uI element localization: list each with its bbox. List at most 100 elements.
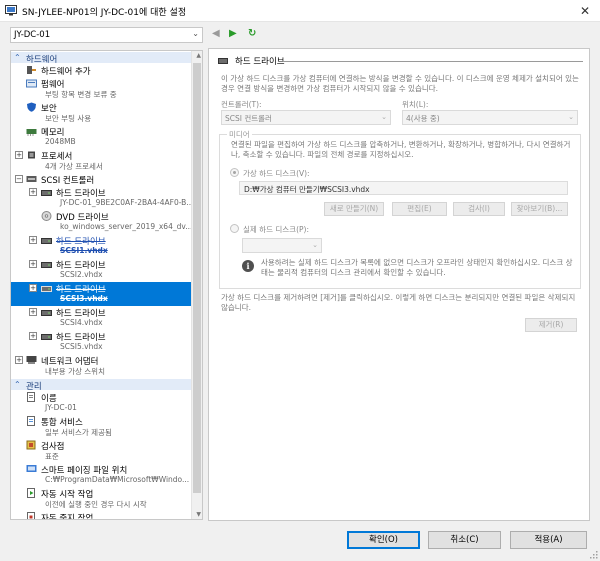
shield-icon [27, 102, 36, 112]
hyperv-app-icon [5, 5, 17, 16]
scroll-down-icon[interactable]: ▼ [196, 511, 201, 518]
hardware-category-header[interactable]: ⌃ 하드웨어 [11, 52, 191, 65]
chevron-down-icon: ⌄ [381, 113, 387, 121]
tree-item-hard-drive-1[interactable]: + 하드 드라이브 JY-DC-01_9BE2C0AF-2BA4-4AF0-B.… [11, 186, 194, 210]
tree-item-sub: 부팅 항목 변경 보류 중 [45, 90, 117, 99]
forward-arrow-icon[interactable]: ▶ [229, 28, 237, 39]
tree-item-hard-drive-4[interactable]: + 하드 드라이브 SCSI3.vhdx [11, 282, 191, 306]
tree-item-sub: SCSI1.vhdx [60, 246, 108, 255]
tree-item-sub: 내부용 가상 스위치 [45, 367, 105, 376]
tree-item-sub: C:₩ProgramData₩Microsoft₩Windo... [45, 475, 190, 484]
memory-chip-icon [26, 129, 37, 136]
tree-item-sub: 4개 가상 프로세서 [45, 162, 103, 171]
tree-item-sub: SCSI2.vhdx [60, 270, 103, 279]
tree-item-sub: SCSI3.vhdx [60, 294, 108, 303]
tree-item-add-hardware[interactable]: 하드웨어 추가 [11, 64, 191, 77]
tree-item-network-adapter[interactable]: + 네트워크 어댑터 내부용 가상 스위치 [11, 354, 191, 378]
firmware-icon [26, 79, 37, 88]
name-document-icon [27, 392, 35, 402]
automatic-stop-icon [27, 512, 35, 519]
tree-item-label: SCSI 컨트롤러 [41, 176, 95, 186]
tree-item-dvd-drive[interactable]: DVD 드라이브 ko_windows_server_2019_x64_dv..… [11, 210, 192, 234]
title-bar: SN-JYLEE-NP01의 JY-DC-01에 대한 설정 ✕ [0, 0, 600, 22]
pane-splitter[interactable] [204, 22, 207, 522]
section-divider [283, 61, 583, 62]
scroll-up-icon[interactable]: ▲ [196, 52, 201, 59]
tree-item-sub: SCSI4.vhdx [60, 318, 103, 327]
hard-drive-icon [41, 334, 52, 340]
automatic-start-icon [27, 488, 35, 498]
media-description: 연결된 파일을 편집하여 가상 하드 디스크를 압축하거나, 변환하거나, 확장… [231, 140, 571, 159]
smart-paging-icon [26, 465, 37, 472]
chevron-down-icon: ⌄ [312, 241, 318, 249]
vhd-path-input[interactable]: D:₩가상 컴퓨터 만들기₩SCSI3.vhdx [239, 181, 568, 195]
expand-icon[interactable]: + [29, 284, 37, 292]
tree-item-memory[interactable]: 메모리 2048MB [11, 125, 191, 149]
network-adapter-icon [26, 356, 37, 364]
virtual-hard-disk-radio[interactable] [230, 168, 239, 177]
tree-item-name[interactable]: 이름 JY-DC-01 [11, 391, 191, 415]
refresh-icon[interactable]: ↻ [248, 28, 256, 39]
hard-drive-icon [41, 310, 52, 316]
section-title: 하드 드라이브 [235, 57, 285, 67]
chevron-down-icon: ⌄ [568, 113, 574, 121]
close-window-button[interactable]: ✕ [572, 1, 598, 21]
remove-button[interactable]: 제거(R) [525, 318, 577, 332]
location-combobox[interactable]: 4(사용 중) ⌄ [402, 110, 578, 125]
expand-icon[interactable]: + [29, 308, 37, 316]
collapse-icon[interactable]: − [15, 175, 23, 183]
tree-item-security[interactable]: 보안 보안 부팅 사용 [11, 101, 191, 125]
tree-item-hard-drive-6[interactable]: + 하드 드라이브 SCSI5.vhdx [11, 330, 191, 354]
processor-icon [28, 151, 35, 159]
tree-item-checkpoints[interactable]: 검사점 표준 [11, 439, 191, 463]
expand-icon[interactable]: + [15, 356, 23, 364]
add-hardware-icon [27, 66, 36, 74]
intro-text: 이 가상 하드 디스크를 가상 컴퓨터에 연결하는 방식을 변경할 수 있습니다… [221, 74, 579, 93]
scsi-controller-icon [26, 176, 37, 182]
management-category-header[interactable]: ⌃ 관리 [11, 379, 191, 392]
inspect-vhd-button[interactable]: 검사(I) [453, 202, 505, 216]
physical-disk-info-text: 사용하려는 실제 하드 디스크가 목록에 없으면 디스크가 오프라인 상태인지 … [261, 258, 573, 277]
settings-tree: ⌃ 하드웨어 하드웨어 추가 펌웨어 부팅 항목 변경 보류 중 보안 보안 부… [10, 50, 203, 520]
resize-grip-icon[interactable] [589, 550, 598, 559]
hard-drive-settings-panel: 하드 드라이브 이 가상 하드 디스크를 가상 컴퓨터에 연결하는 방식을 변경… [208, 48, 590, 521]
ok-button[interactable]: 확인(O) [347, 531, 420, 549]
tree-item-smart-paging-file-location[interactable]: 스마트 페이징 파일 위치 C:₩ProgramData₩Microsoft₩W… [11, 463, 191, 487]
tree-item-hard-drive-2[interactable]: + 하드 드라이브 SCSI1.vhdx [11, 234, 191, 258]
hard-drive-icon [41, 238, 52, 244]
new-vhd-button[interactable]: 새로 만들기(N) [324, 202, 384, 216]
expand-icon[interactable]: + [29, 236, 37, 244]
apply-button[interactable]: 적용(A) [510, 531, 587, 549]
expand-icon[interactable]: + [29, 188, 37, 196]
edit-vhd-button[interactable]: 편집(E) [392, 202, 447, 216]
expand-icon[interactable]: + [29, 332, 37, 340]
remove-description: 가상 하드 디스크를 제거하려면 [제거]를 클릭하십시오. 이렇게 하면 디스… [221, 293, 576, 312]
hard-drive-icon [41, 286, 52, 292]
physical-hard-disk-radio[interactable] [230, 224, 239, 233]
tree-item-sub: JY-DC-01_9BE2C0AF-2BA4-4AF0-B... [60, 198, 194, 207]
tree-item-automatic-stop-action[interactable]: 자동 중지 작업 저장 [11, 511, 191, 519]
controller-combobox[interactable]: SCSI 컨트롤러 ⌄ [221, 110, 391, 125]
tree-scrollbar-thumb[interactable] [193, 63, 201, 493]
tree-item-hard-drive-5[interactable]: + 하드 드라이브 SCSI4.vhdx [11, 306, 191, 330]
tree-item-processor[interactable]: + 프로세서 4개 가상 프로세서 [11, 149, 191, 173]
dvd-disc-icon [41, 211, 52, 221]
expand-icon[interactable]: + [29, 260, 37, 268]
tree-item-scsi-controller[interactable]: − SCSI 컨트롤러 [11, 173, 191, 186]
physical-disk-combobox[interactable]: ⌄ [242, 238, 322, 253]
window-title: SN-JYLEE-NP01의 JY-DC-01에 대한 설정 [22, 8, 187, 18]
collapse-double-chevron-icon: ⌃ [14, 53, 21, 62]
back-arrow-icon[interactable]: ◀ [212, 28, 220, 39]
vm-selector-dropdown[interactable]: JY-DC-01 ⌄ [10, 27, 203, 43]
tree-item-automatic-start-action[interactable]: 자동 시작 작업 이전에 실행 중인 경우 다시 시작 [11, 487, 191, 511]
browse-vhd-button[interactable]: 찾아보기(B)... [511, 202, 568, 216]
physical-hard-disk-option-label: 실제 하드 디스크(P): [243, 225, 309, 234]
tree-item-hard-drive-3[interactable]: + 하드 드라이브 SCSI2.vhdx [11, 258, 191, 282]
tree-item-integration-services[interactable]: 통합 서비스 일부 서비스가 제공됨 [11, 415, 191, 439]
tree-item-sub: JY-DC-01 [45, 403, 77, 412]
expand-icon[interactable]: + [15, 151, 23, 159]
tree-scrollbar[interactable]: ▲ ▼ [191, 51, 202, 519]
tree-item-firmware[interactable]: 펌웨어 부팅 항목 변경 보류 중 [11, 77, 191, 101]
vhd-path-value: D:₩가상 컴퓨터 만들기₩SCSI3.vhdx [244, 185, 370, 194]
cancel-button[interactable]: 취소(C) [428, 531, 501, 549]
